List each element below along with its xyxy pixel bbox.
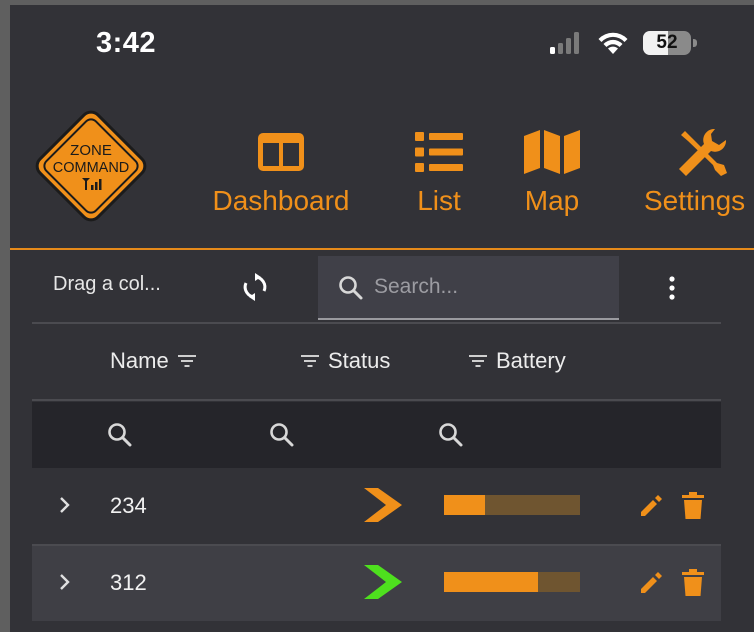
- nav-map[interactable]: Map: [512, 127, 592, 227]
- column-header-status-label: Status: [328, 348, 391, 373]
- search-icon[interactable]: [107, 422, 133, 448]
- nav-list[interactable]: List: [396, 127, 482, 227]
- battery-bar-fill: [444, 572, 538, 592]
- edit-icon[interactable]: [638, 570, 664, 596]
- row-name: 234: [110, 493, 147, 518]
- battery-percent: 52: [656, 32, 678, 53]
- search-icon[interactable]: [269, 422, 295, 448]
- search-input[interactable]: [374, 256, 609, 318]
- chevron-right-icon[interactable]: [58, 572, 72, 592]
- nav-dashboard-label: Dashboard: [212, 185, 350, 216]
- grid-toolbar: Drag a col...: [32, 255, 721, 321]
- map-icon: [524, 130, 580, 174]
- nav-divider: [10, 248, 754, 250]
- status-time: 3:42: [96, 27, 157, 59]
- edit-icon[interactable]: [638, 493, 664, 519]
- nav-dashboard[interactable]: Dashboard: [206, 127, 356, 227]
- zone-command-logo[interactable]: ZONE COMMAND: [32, 107, 150, 225]
- nav-settings[interactable]: Settings: [638, 127, 754, 227]
- filter-icon[interactable]: [300, 354, 320, 368]
- search-icon: [339, 276, 363, 300]
- group-by-drop-zone[interactable]: Drag a col...: [53, 273, 161, 296]
- row-name: 312: [110, 570, 147, 595]
- device-frame: 3:42 52 ZONE COMMAND Dashboard List Map …: [0, 0, 754, 632]
- wifi-icon: [598, 32, 628, 54]
- status-arrow-icon: [364, 488, 402, 522]
- header-divider: [32, 399, 721, 401]
- column-header-battery-label: Battery: [496, 348, 566, 373]
- column-header-battery[interactable]: Battery: [468, 348, 566, 374]
- delete-icon[interactable]: [682, 569, 704, 596]
- toolbar-divider: [32, 322, 721, 324]
- logo-line2: COMMAND: [53, 160, 130, 176]
- cellular-signal-icon: [550, 32, 579, 54]
- status-arrow-icon: [364, 565, 402, 599]
- tools-icon: [679, 128, 727, 176]
- dashboard-icon: [258, 133, 304, 171]
- battery-bar: [444, 572, 580, 592]
- table-row[interactable]: 234: [32, 469, 721, 544]
- filter-icon[interactable]: [177, 354, 197, 368]
- column-header-name[interactable]: Name: [110, 348, 197, 374]
- battery-icon: 52: [643, 31, 697, 55]
- logo-line1: ZONE: [70, 142, 112, 159]
- nav-settings-label: Settings: [644, 185, 746, 216]
- table-row[interactable]: 312: [32, 546, 721, 621]
- filter-icon[interactable]: [468, 354, 488, 368]
- column-header-name-label: Name: [110, 348, 169, 373]
- more-options-icon[interactable]: [666, 275, 678, 301]
- battery-bar-fill: [444, 495, 485, 515]
- battery-bar: [444, 495, 580, 515]
- search-field[interactable]: [318, 256, 619, 320]
- status-bar: 3:42 52: [10, 5, 754, 85]
- nav-list-label: List: [417, 185, 461, 216]
- search-icon[interactable]: [438, 422, 464, 448]
- top-nav: ZONE COMMAND Dashboard List Map Settings: [10, 95, 754, 247]
- chevron-right-icon[interactable]: [58, 495, 72, 515]
- delete-icon[interactable]: [682, 492, 704, 519]
- nav-map-label: Map: [524, 185, 580, 216]
- column-header-status[interactable]: Status: [300, 348, 390, 374]
- refresh-icon[interactable]: [241, 273, 269, 301]
- filter-row: [32, 402, 721, 468]
- app-screen: 3:42 52 ZONE COMMAND Dashboard List Map …: [10, 5, 754, 632]
- list-icon: [415, 132, 463, 172]
